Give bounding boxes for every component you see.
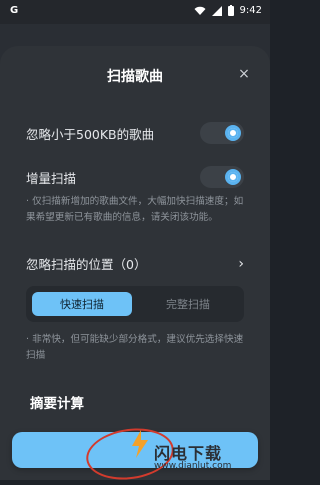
ignore-small-songs-toggle[interactable] <box>200 122 244 144</box>
quick-scan-option[interactable]: 快速扫描 <box>32 292 132 316</box>
status-time: 9:42 <box>239 5 262 16</box>
incremental-scan-label: 增量扫描 <box>26 170 77 186</box>
status-bar: G 9:42 <box>0 0 270 24</box>
close-button[interactable]: × <box>236 66 252 82</box>
summary-calc-title: 摘要计算 <box>30 396 84 412</box>
incremental-scan-toggle[interactable] <box>200 166 244 188</box>
status-app-indicator: G <box>10 5 19 16</box>
toggle-knob <box>225 169 241 185</box>
ignore-small-songs-row: 忽略小于500KB的歌曲 <box>26 122 244 144</box>
toggle-knob <box>225 125 241 141</box>
watermark-url: www.dianlut.com <box>154 461 232 471</box>
lightning-icon <box>132 430 148 458</box>
full-scan-option[interactable]: 完整扫描 <box>138 292 238 316</box>
scan-songs-sheet: 扫描歌曲 × 忽略小于500KB的歌曲 增量扫描 · 仅扫描新增加的歌曲文件，大… <box>0 46 270 485</box>
sheet-title: 扫描歌曲 <box>107 69 163 85</box>
incremental-scan-hint: · 仅扫描新增加的歌曲文件，大幅加快扫描速度；如果希望更新已有歌曲的信息，请关闭… <box>26 196 244 223</box>
close-icon: × <box>238 66 250 82</box>
ignore-locations-row[interactable]: 忽略扫描的位置（0） › <box>26 254 244 273</box>
chevron-right-icon: › <box>238 255 244 272</box>
incremental-scan-row: 增量扫描 <box>26 166 244 188</box>
scan-mode-segmented-control: 快速扫描 完整扫描 <box>26 286 244 322</box>
ignore-locations-label: 忽略扫描的位置（0） <box>26 257 147 272</box>
ignore-small-songs-label: 忽略小于500KB的歌曲 <box>26 126 155 142</box>
status-icons: 9:42 <box>194 5 262 16</box>
battery-icon <box>227 5 234 16</box>
wifi-icon <box>194 6 206 15</box>
scan-mode-hint: · 非常快，但可能缺少部分格式，建议优先选择快速扫描 <box>26 334 244 361</box>
signal-icon <box>211 5 222 16</box>
